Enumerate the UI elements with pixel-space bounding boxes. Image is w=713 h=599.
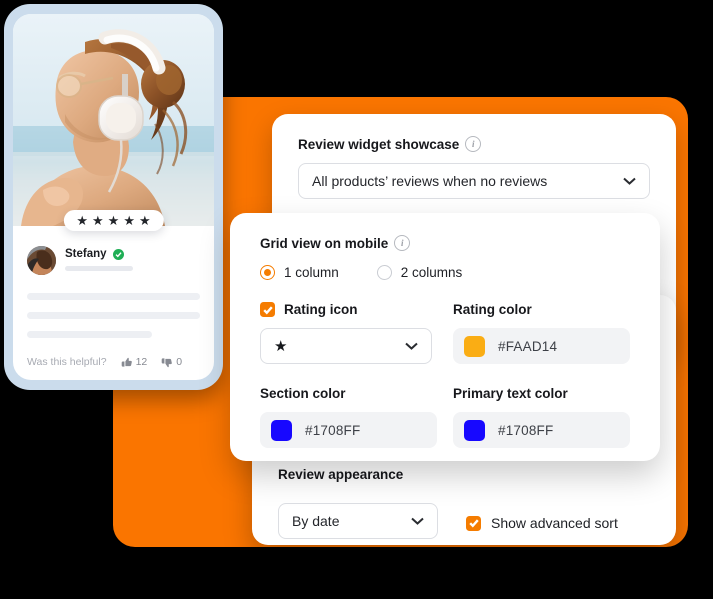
grid-view-card: Grid view on mobile i 1 column 2 columns…	[230, 213, 660, 461]
rating-color-label: Rating color	[453, 302, 630, 317]
reviewer-subtitle-placeholder	[65, 266, 133, 271]
rating-color-value: #FAAD14	[498, 338, 558, 354]
review-widget-showcase-label: Review widget showcase i	[298, 136, 650, 152]
radio-1-column-label: 1 column	[284, 265, 339, 280]
rating-settings-row: Rating icon ★ Rating color #FAAD14	[260, 302, 630, 364]
info-icon[interactable]: i	[394, 235, 411, 251]
chevron-down-icon	[411, 515, 424, 527]
rating-stars-badge: ★ ★ ★ ★ ★	[63, 210, 164, 231]
review-text-placeholder-line	[27, 312, 200, 319]
section-color-field[interactable]: #1708FF	[260, 412, 437, 448]
primary-text-color-label-text: Primary text color	[453, 386, 568, 401]
primary-text-color-value: #1708FF	[498, 422, 554, 438]
radio-unselected-icon	[376, 265, 392, 280]
grid-view-on-mobile-label: Grid view on mobile i	[260, 235, 630, 251]
star-icon: ★	[76, 213, 89, 228]
thumbs-up-icon	[121, 357, 132, 367]
color-swatch[interactable]	[271, 419, 292, 441]
grid-view-label-text: Grid view on mobile	[260, 235, 389, 251]
reviewer-name-line: Stefany	[65, 248, 200, 260]
review-appearance-select[interactable]: By date	[278, 503, 438, 539]
showcase-select-value: All products’ reviews when no reviews	[312, 173, 548, 189]
review-text-placeholder-line	[27, 331, 152, 338]
info-icon[interactable]: i	[465, 136, 482, 152]
reviewer-name: Stefany	[65, 248, 107, 260]
chevron-down-icon	[623, 175, 636, 187]
rating-icon-label: Rating icon	[284, 302, 358, 317]
primary-text-color-field[interactable]: #1708FF	[453, 412, 630, 448]
rating-icon-select[interactable]: ★	[260, 328, 432, 364]
section-color-value: #1708FF	[305, 422, 361, 438]
radio-2-columns-label: 2 columns	[400, 265, 463, 280]
review-text-placeholder-line	[27, 293, 200, 300]
color-swatch[interactable]	[464, 419, 485, 441]
helpful-row: Was this helpful? 12 0	[27, 356, 200, 368]
review-product-photo	[13, 14, 214, 226]
appearance-controls-row: By date Show advanced sort	[278, 492, 650, 539]
chevron-down-icon	[405, 340, 418, 352]
star-icon: ★	[107, 213, 120, 228]
appearance-label-text: Review appearance	[278, 467, 404, 482]
grid-column-radio-group: 1 column 2 columns	[260, 265, 630, 280]
thumbs-down-icon	[161, 357, 173, 367]
phone-screen: ★ ★ ★ ★ ★ Stefany Was this helpful? 12 0	[13, 14, 214, 380]
star-icon: ★	[92, 213, 104, 228]
show-advanced-sort-checkbox[interactable]: Show advanced sort	[466, 515, 618, 539]
primary-text-color-group: Primary text color #1708FF	[453, 386, 630, 448]
reviewer-info: Stefany	[65, 246, 200, 271]
star-icon: ★	[123, 213, 135, 228]
rating-icon-group: Rating icon ★	[260, 302, 437, 364]
show-advanced-sort-label: Show advanced sort	[491, 515, 618, 531]
color-settings-row: Section color #1708FF Primary text color…	[260, 386, 630, 448]
screenshot-stage: Review widget showcase i All products’ r…	[0, 0, 713, 599]
checkbox-checked-icon	[466, 515, 481, 531]
thumbs-down-button[interactable]: 0	[161, 356, 182, 368]
rating-color-field[interactable]: #FAAD14	[453, 328, 630, 364]
helpful-question: Was this helpful?	[27, 356, 107, 368]
radio-option-2-columns[interactable]: 2 columns	[376, 265, 463, 280]
section-color-label: Section color	[260, 386, 437, 401]
rating-color-label-text: Rating color	[453, 302, 532, 317]
downvote-count: 0	[176, 356, 183, 368]
upvote-count: 12	[135, 356, 148, 368]
rating-color-group: Rating color #FAAD14	[453, 302, 630, 364]
avatar	[27, 246, 56, 275]
appearance-select-value: By date	[292, 513, 340, 529]
reviewer-row: Stefany	[27, 246, 200, 275]
verified-badge-icon	[112, 248, 124, 260]
phone-mockup: ★ ★ ★ ★ ★ Stefany Was this helpful? 12 0	[4, 4, 223, 390]
checkbox-checked-icon	[260, 302, 275, 317]
rating-icon-checkbox[interactable]: Rating icon	[260, 302, 437, 317]
radio-selected-icon	[260, 265, 275, 280]
star-icon: ★	[138, 213, 151, 228]
section-color-label-text: Section color	[260, 386, 346, 401]
thumbs-up-button[interactable]: 12	[121, 356, 148, 368]
review-appearance-label: Review appearance	[278, 467, 650, 482]
review-content: Stefany Was this helpful? 12 0	[13, 226, 214, 380]
radio-option-1-column[interactable]: 1 column	[260, 265, 339, 280]
star-icon: ★	[274, 338, 288, 355]
showcase-label-text: Review widget showcase	[298, 136, 460, 152]
primary-text-color-label: Primary text color	[453, 386, 630, 401]
section-color-group: Section color #1708FF	[260, 386, 437, 448]
review-widget-showcase-select[interactable]: All products’ reviews when no reviews	[298, 163, 650, 199]
color-swatch[interactable]	[464, 335, 485, 357]
